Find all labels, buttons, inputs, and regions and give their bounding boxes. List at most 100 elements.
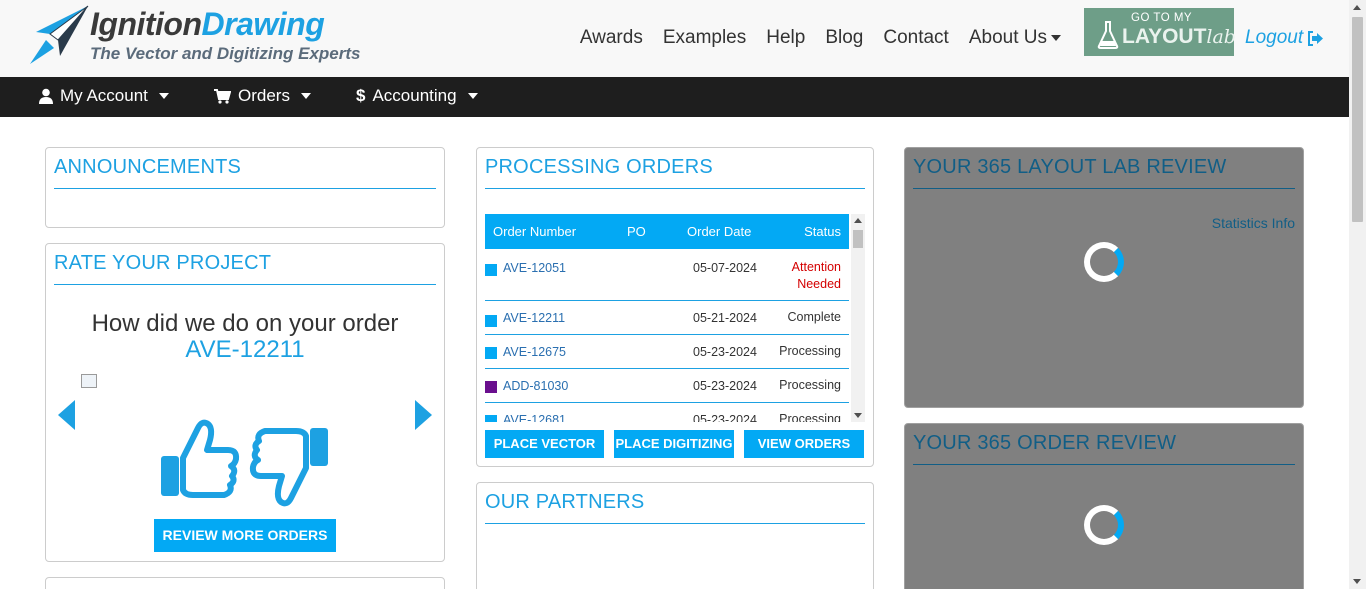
col-po[interactable]: PO	[627, 224, 646, 239]
order-date: 05-21-2024	[693, 311, 757, 325]
nav-about-us[interactable]: About Us	[969, 27, 1061, 49]
partners-title: OUR PARTNERS	[485, 491, 865, 524]
order-date: 05-23-2024	[693, 379, 757, 393]
review-more-orders-button[interactable]: REVIEW MORE ORDERS	[154, 519, 336, 552]
main-navbar: My Account Orders $ Accounting	[0, 77, 1349, 117]
top-nav: Awards Examples Help Blog Contact About …	[580, 27, 1061, 49]
partners-panel: OUR PARTNERS	[476, 482, 874, 589]
scroll-up-arrow-icon[interactable]	[1353, 5, 1361, 10]
broken-image-icon	[81, 374, 97, 388]
processing-orders-panel: PROCESSING ORDERS Order Number PO Order …	[476, 147, 874, 467]
order-type-marker	[485, 315, 497, 327]
order-review-title: YOUR 365 ORDER REVIEW	[913, 432, 1295, 465]
col-order-number[interactable]: Order Number	[493, 224, 576, 239]
logo-title: IgnitionDrawing	[90, 6, 325, 42]
place-digitizing-button[interactable]: PLACE DIGITIZING	[614, 430, 734, 458]
nav-my-account-label: My Account	[60, 86, 148, 105]
order-status: Processing	[779, 344, 841, 358]
order-number-link[interactable]: AVE-12681	[503, 413, 566, 422]
chevron-down-icon	[158, 93, 169, 99]
logo-tagline: The Vector and Digitizing Experts	[90, 44, 361, 63]
layoutlab-small-text: GO TO MY	[1131, 12, 1193, 24]
col-status[interactable]: Status	[804, 224, 841, 239]
nav-awards[interactable]: Awards	[580, 27, 643, 49]
site-logo[interactable]: IgnitionDrawing The Vector and Digitizin…	[28, 4, 361, 70]
order-type-marker	[485, 415, 497, 422]
order-date: 05-07-2024	[693, 261, 757, 275]
rate-question: How did we do on your order	[91, 310, 399, 337]
nav-orders[interactable]: Orders	[214, 86, 311, 106]
order-status: Processing	[779, 378, 841, 392]
orders-table: Order Number PO Order Date Status AVE-12…	[485, 214, 865, 422]
nav-examples[interactable]: Examples	[663, 27, 746, 49]
order-review-panel: YOUR 365 ORDER REVIEW	[904, 423, 1304, 589]
nav-contact[interactable]: Contact	[883, 27, 948, 49]
scroll-up-arrow-icon[interactable]	[854, 218, 862, 223]
order-status: Attention Needed	[791, 260, 841, 291]
layoutlab-big-text: LAYOUTlab	[1122, 25, 1236, 48]
order-number-link[interactable]: AVE-12675	[503, 345, 566, 359]
order-number-link[interactable]: AVE-12211	[503, 311, 565, 325]
announcements-title: ANNOUNCEMENTS	[54, 156, 436, 189]
page-scrollbar[interactable]	[1349, 0, 1366, 589]
table-row[interactable]: AVE-12051 05-07-2024 Attention Needed	[485, 249, 849, 301]
nav-blog[interactable]: Blog	[825, 27, 863, 49]
order-number-link[interactable]: ADD-81030	[503, 379, 568, 393]
nav-help[interactable]: Help	[766, 27, 805, 49]
user-icon	[39, 88, 53, 104]
table-scrollbar-thumb[interactable]	[853, 230, 863, 248]
cart-icon	[214, 88, 231, 104]
col-order-date[interactable]: Order Date	[687, 224, 751, 239]
chevron-down-icon	[1051, 34, 1061, 41]
layout-lab-review-title: YOUR 365 LAYOUT LAB REVIEW	[913, 156, 1295, 189]
layoutlab-button[interactable]: GO TO MY LAYOUTlab	[1084, 8, 1236, 56]
flask-icon	[1097, 21, 1119, 49]
order-type-marker	[485, 347, 497, 359]
logout-icon	[1308, 30, 1324, 46]
nav-orders-label: Orders	[238, 86, 290, 105]
table-row[interactable]: ADD-81030 05-23-2024 Processing	[485, 369, 849, 403]
processing-orders-title: PROCESSING ORDERS	[485, 156, 865, 189]
rocket-logo-icon	[30, 5, 89, 64]
orders-table-header: Order Number PO Order Date Status	[485, 214, 849, 249]
site-header: IgnitionDrawing The Vector and Digitizin…	[0, 0, 1349, 77]
order-type-marker	[485, 264, 497, 276]
thumbs-up-icon[interactable]	[158, 418, 240, 502]
page-scrollbar-thumb[interactable]	[1352, 17, 1363, 222]
scroll-down-arrow-icon[interactable]	[854, 413, 862, 418]
order-status: Complete	[787, 310, 842, 324]
thumbs-down-icon[interactable]	[249, 424, 331, 508]
logout-link[interactable]: Logout	[1245, 27, 1324, 49]
nav-about-us-label: About Us	[968, 27, 1047, 48]
arrow-left-icon[interactable]	[58, 400, 76, 430]
table-row[interactable]: AVE-12675 05-23-2024 Processing	[485, 335, 849, 369]
order-date: 05-23-2024	[693, 413, 757, 422]
place-vector-button[interactable]: PLACE VECTOR	[485, 430, 604, 458]
left-bottom-panel	[45, 577, 445, 589]
nav-accounting[interactable]: $ Accounting	[356, 86, 478, 106]
table-row[interactable]: AVE-12211 05-21-2024 Complete	[485, 301, 849, 335]
order-number-link[interactable]: AVE-12051	[503, 261, 566, 275]
rate-order-number[interactable]: AVE-12211	[46, 336, 444, 364]
nav-accounting-label: Accounting	[372, 86, 457, 105]
order-type-marker	[485, 381, 497, 393]
nav-my-account[interactable]: My Account	[39, 86, 169, 106]
order-status: Processing	[779, 412, 841, 422]
statistics-info-link[interactable]: Statistics Info	[1212, 215, 1295, 231]
order-date: 05-23-2024	[693, 345, 757, 359]
rate-project-title: RATE YOUR PROJECT	[54, 252, 436, 285]
layout-lab-review-panel: YOUR 365 LAYOUT LAB REVIEW Statistics In…	[904, 147, 1304, 408]
loading-spinner-icon	[1084, 505, 1124, 545]
dollar-icon: $	[356, 86, 366, 105]
chevron-down-icon	[300, 93, 311, 99]
table-scrollbar[interactable]	[851, 214, 865, 422]
scroll-down-arrow-icon[interactable]	[1353, 579, 1361, 584]
chevron-down-icon	[467, 93, 478, 99]
view-orders-button[interactable]: VIEW ORDERS	[744, 430, 864, 458]
table-row[interactable]: AVE-12681 05-23-2024 Processing	[485, 403, 849, 422]
announcements-panel: ANNOUNCEMENTS	[45, 147, 445, 228]
loading-spinner-icon	[1084, 242, 1124, 282]
rate-project-panel: RATE YOUR PROJECT How did we do on your …	[45, 243, 445, 562]
arrow-right-icon[interactable]	[414, 400, 432, 430]
logout-label: Logout	[1245, 27, 1304, 48]
